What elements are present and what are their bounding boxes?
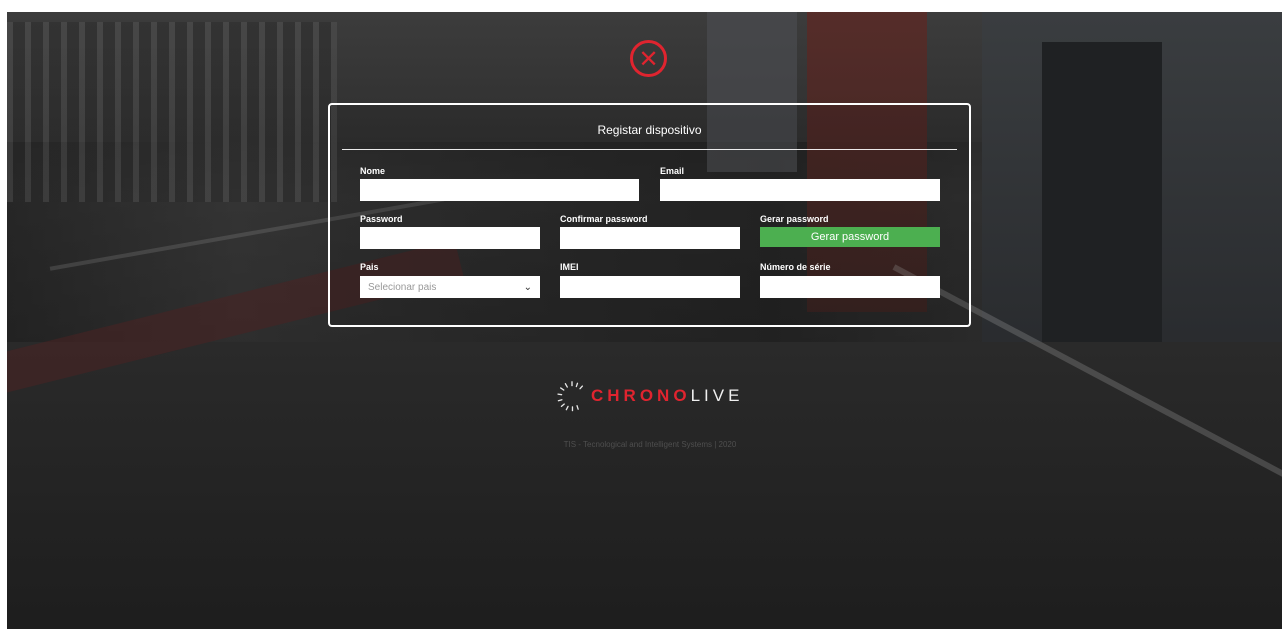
- dialog-title: Registar dispositivo: [597, 123, 702, 137]
- imei-input[interactable]: [560, 276, 740, 298]
- background-door: [1042, 42, 1162, 402]
- chronolive-logo-icon: [557, 381, 584, 412]
- confirm-password-input[interactable]: [560, 227, 740, 249]
- generate-password-button[interactable]: Gerar password: [760, 227, 940, 247]
- chronolive-logo: CHRONOLIVE: [555, 376, 755, 416]
- email-input[interactable]: [660, 179, 940, 201]
- close-icon: ✕: [638, 44, 659, 73]
- password-input[interactable]: [360, 227, 540, 249]
- serial-number-label: Número de série: [760, 262, 831, 272]
- name-input[interactable]: [360, 179, 639, 201]
- name-label: Nome: [360, 166, 386, 176]
- country-label: Pais: [360, 262, 379, 272]
- close-button[interactable]: ✕: [630, 40, 667, 77]
- register-device-dialog: Registar dispositivo Nome Email Password…: [328, 103, 971, 327]
- password-label: Password: [360, 214, 403, 224]
- generate-password-label: Gerar password: [760, 214, 829, 224]
- country-select-placeholder: Selecionar pais: [368, 281, 437, 293]
- serial-number-input[interactable]: [760, 276, 940, 298]
- background-building: [982, 12, 1282, 432]
- brand-name-white: LIVE: [690, 386, 744, 405]
- brand-wordmark: CHRONOLIVE: [591, 386, 743, 406]
- footer-text: TIS - Tecnological and Intelligent Syste…: [563, 440, 737, 449]
- email-label: Email: [660, 166, 685, 176]
- dialog-divider: [342, 149, 957, 150]
- country-select[interactable]: Selecionar pais ⌄: [360, 276, 540, 298]
- brand-name-red: CHRONO: [591, 386, 691, 405]
- background-stands: [7, 22, 337, 202]
- confirm-password-label: Confirmar password: [560, 214, 648, 224]
- chevron-down-icon: ⌄: [523, 281, 532, 293]
- imei-label: IMEI: [560, 262, 579, 272]
